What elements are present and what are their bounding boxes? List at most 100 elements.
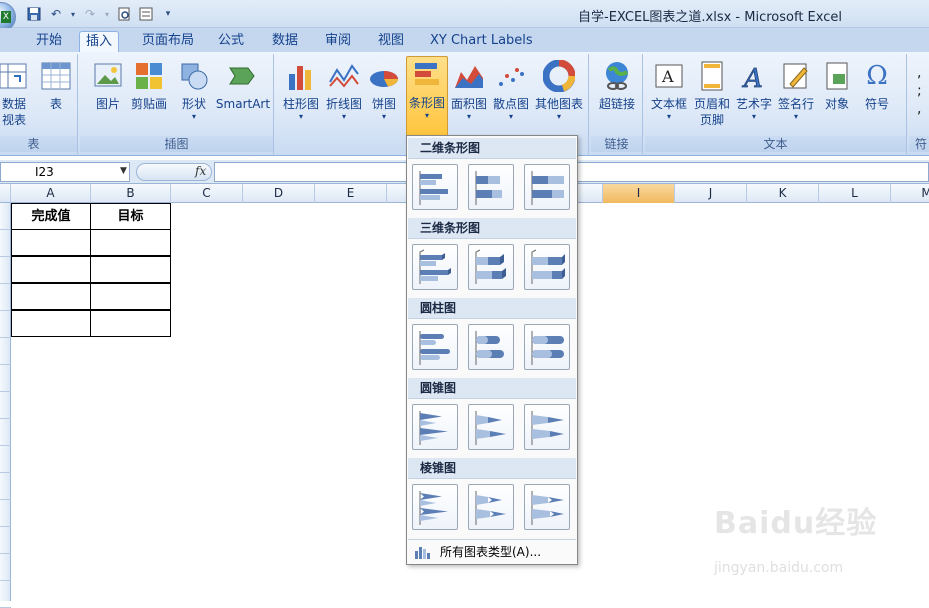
table-cell[interactable] <box>11 256 91 283</box>
symbol-button[interactable]: Ω 符号 <box>857 58 897 134</box>
all-chart-types-item[interactable]: 所有图表类型(A)... <box>408 539 576 564</box>
table-cell[interactable] <box>90 310 171 337</box>
column-chart-button[interactable]: 柱形图 ▾ <box>278 58 324 134</box>
row-header[interactable] <box>0 473 11 500</box>
row-header[interactable] <box>0 311 11 338</box>
column-header[interactable]: A <box>11 184 91 203</box>
signature-line-button[interactable]: 签名行 ▾ <box>775 58 817 134</box>
table-header-cell[interactable]: 完成值 <box>11 203 91 230</box>
scatter-chart-button[interactable]: 散点图 ▾ <box>490 58 532 134</box>
save-icon[interactable] <box>26 6 42 22</box>
stacked-bar-option[interactable] <box>468 164 514 210</box>
row-header[interactable] <box>0 446 11 473</box>
table-cell[interactable] <box>90 256 171 283</box>
title-bar: X ↶ ▾ ↷ ▾ ▾ 自学-EXCEL图表之道.xlsx - Microsof… <box>0 0 929 32</box>
column-header[interactable]: K <box>747 184 819 203</box>
row-header[interactable] <box>0 500 11 527</box>
form-icon[interactable] <box>138 6 154 22</box>
pivot-table-button[interactable]: 数据 视表 <box>0 58 34 134</box>
row-header[interactable] <box>0 581 11 608</box>
clipart-button[interactable]: 剪贴画 <box>128 58 170 134</box>
redo-icon[interactable]: ↷ <box>82 6 98 22</box>
3d-clustered-bar-option[interactable] <box>412 244 458 290</box>
undo-icon[interactable]: ↶ <box>48 6 64 22</box>
stacked-cone-option[interactable] <box>468 404 514 450</box>
table-header-cell[interactable]: 目标 <box>90 203 171 230</box>
stacked-cylinder-option[interactable] <box>468 324 514 370</box>
pie-chart-button[interactable]: 饼图 ▾ <box>364 58 404 134</box>
column-header[interactable]: L <box>819 184 891 203</box>
row-header[interactable] <box>0 284 11 311</box>
undo-dropdown-icon[interactable]: ▾ <box>70 6 76 22</box>
bar-chart-button[interactable]: 条形图 ▾ <box>406 56 448 138</box>
tab-data[interactable]: 数据 <box>266 31 304 52</box>
shapes-icon <box>178 60 210 92</box>
punctuation-icon[interactable]: ,;, <box>917 64 922 118</box>
smartart-button[interactable]: SmartArt <box>214 58 272 134</box>
line-chart-button[interactable]: 折线图 ▾ <box>324 58 364 134</box>
insert-function-icon[interactable]: fx <box>195 164 206 178</box>
tab-insert[interactable]: 插入 <box>79 31 120 52</box>
clustered-cylinder-option[interactable] <box>412 324 458 370</box>
column-header[interactable]: J <box>675 184 747 203</box>
textbox-button[interactable]: A 文本框 ▾ <box>647 58 691 134</box>
table-cell[interactable] <box>11 283 91 310</box>
row-header[interactable] <box>0 203 11 230</box>
column-header[interactable]: C <box>171 184 243 203</box>
row-header[interactable] <box>0 554 11 581</box>
redo-dropdown-icon[interactable]: ▾ <box>104 6 110 22</box>
print-preview-icon[interactable] <box>116 6 132 22</box>
header-footer-button[interactable]: 页眉和 页脚 <box>691 58 733 134</box>
row-header[interactable] <box>0 365 11 392</box>
table-button[interactable]: 表 <box>34 58 78 134</box>
chevron-down-icon: ▾ <box>466 112 471 121</box>
100-stacked-cylinder-option[interactable] <box>524 324 570 370</box>
100-stacked-pyramid-option[interactable] <box>524 484 570 530</box>
table-cell[interactable] <box>90 283 171 310</box>
picture-button[interactable]: 图片 <box>86 58 130 134</box>
stacked-pyramid-option[interactable] <box>468 484 514 530</box>
column-header[interactable]: E <box>315 184 387 203</box>
object-button[interactable]: 对象 <box>817 58 857 134</box>
column-header-selected[interactable]: I <box>603 184 675 203</box>
tab-xy-chart-labels[interactable]: XY Chart Labels <box>424 31 539 52</box>
customize-qat-icon[interactable]: ▾ <box>160 6 176 22</box>
table-cell[interactable] <box>11 310 91 337</box>
clustered-cone-option[interactable] <box>412 404 458 450</box>
clustered-bar-option[interactable] <box>412 164 458 210</box>
row-header[interactable] <box>0 392 11 419</box>
column-header[interactable]: D <box>243 184 315 203</box>
column-header[interactable]: B <box>91 184 171 203</box>
100-stacked-bar-option[interactable] <box>524 164 570 210</box>
row-header[interactable] <box>0 230 11 257</box>
100-stacked-cone-option[interactable] <box>524 404 570 450</box>
table-row <box>11 283 171 310</box>
row-headers[interactable] <box>0 203 11 608</box>
3d-stacked-bar-option[interactable] <box>468 244 514 290</box>
other-charts-button[interactable]: 其他图表 ▾ <box>532 58 586 134</box>
group-text: A 文本框 ▾ 页眉和 页脚 A 艺术字 ▾ 签名行 ▾ 对象 Ω 符号 文本 <box>645 54 907 154</box>
tab-home[interactable]: 开始 <box>30 31 68 52</box>
wordart-button[interactable]: A 艺术字 ▾ <box>733 58 775 134</box>
shapes-button[interactable]: 形状 ▾ <box>172 58 216 134</box>
svg-text:A: A <box>742 64 763 92</box>
row-header[interactable] <box>0 257 11 284</box>
excel-logo-icon: X <box>1 11 11 23</box>
tab-formulas[interactable]: 公式 <box>212 31 250 52</box>
select-all-corner[interactable] <box>0 184 11 203</box>
column-header[interactable]: M <box>891 184 929 203</box>
table-cell[interactable] <box>90 229 171 256</box>
3d-100-stacked-bar-option[interactable] <box>524 244 570 290</box>
tab-review[interactable]: 审阅 <box>319 31 357 52</box>
table-cell[interactable] <box>11 229 91 256</box>
row-header[interactable] <box>0 527 11 554</box>
clustered-pyramid-option[interactable] <box>412 484 458 530</box>
hyperlink-button[interactable]: 超链接 <box>595 58 639 134</box>
name-box[interactable]: I23 <box>0 162 130 182</box>
area-chart-button[interactable]: 面积图 ▾ <box>448 58 490 134</box>
tab-view[interactable]: 视图 <box>372 31 410 52</box>
chevron-down-icon[interactable]: ▼ <box>120 166 127 176</box>
row-header[interactable] <box>0 338 11 365</box>
row-header[interactable] <box>0 419 11 446</box>
tab-page-layout[interactable]: 页面布局 <box>136 31 200 52</box>
